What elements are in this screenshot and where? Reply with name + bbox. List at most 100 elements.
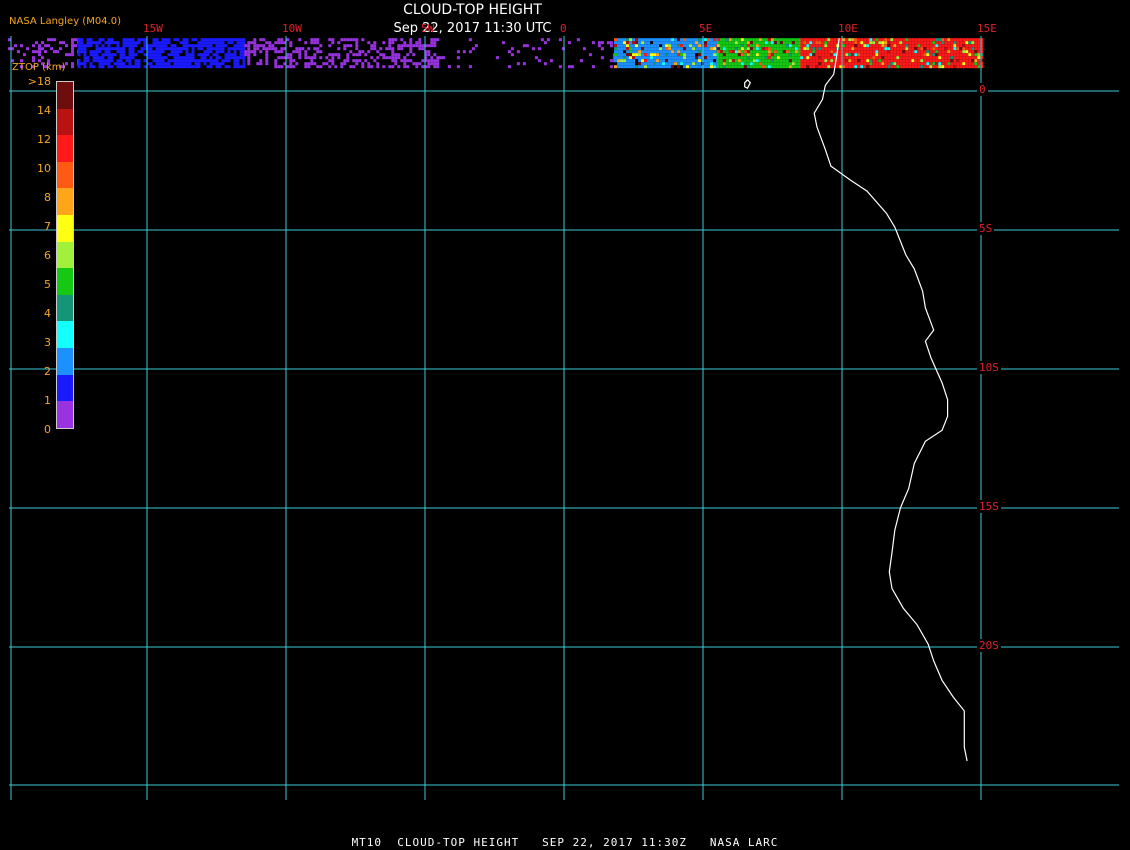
cloud-pixel-1 <box>233 47 237 51</box>
cloud-pixel-6 <box>893 56 897 60</box>
cloud-pixel-5 <box>746 44 750 48</box>
cloud-pixel-6 <box>893 50 897 54</box>
cloud-pixel-4 <box>668 41 672 45</box>
footer-caption: MT10 CLOUD-TOP HEIGHT SEP 22, 2017 11:30… <box>351 836 779 849</box>
cloud-pixel-6 <box>944 59 948 63</box>
cloud-pixel-6 <box>971 62 975 66</box>
cloud-pixel-2 <box>307 62 311 66</box>
cloud-pixel-4 <box>617 56 621 60</box>
cloud-pixel-2 <box>358 53 362 57</box>
cloud-pixel-2 <box>388 44 392 48</box>
cloud-pixel-5 <box>788 56 792 60</box>
cloud-pixel-1 <box>83 50 87 54</box>
cloud-pixel-4 <box>641 47 645 51</box>
cloud-pixel-6 <box>968 56 972 60</box>
cloud-pixel-6 <box>833 41 837 45</box>
cloud-pixel-6 <box>890 38 894 42</box>
cloud-pixel-2 <box>397 47 401 51</box>
cloud-pixel-4 <box>674 47 678 51</box>
cloud-pixel-5 <box>755 47 759 51</box>
cloud-pixel-4 <box>626 38 630 42</box>
cloud-pixel-1 <box>215 47 219 51</box>
cloud-pixel-5 <box>728 44 732 48</box>
cloud-pixel-2 <box>403 44 407 48</box>
cloud-pixel-6 <box>932 50 936 54</box>
cloud-pixel-2 <box>373 47 377 51</box>
cloud-pixel-6 <box>878 56 882 60</box>
cloud-pixel-4 <box>638 62 642 66</box>
cloud-pixel-6 <box>842 50 846 54</box>
cloud-pixel-2 <box>340 62 344 66</box>
cloud-pixel-2 <box>388 47 392 51</box>
cloud-pixel-2 <box>355 59 359 63</box>
cloud-pixel-1 <box>152 65 156 69</box>
cloud-pixel-0 <box>62 41 65 45</box>
cloud-pixel-2 <box>304 56 308 60</box>
cloud-pixel-4 <box>614 53 618 57</box>
cloud-pixel-4 <box>686 41 690 45</box>
cloud-pixel-1 <box>83 56 87 60</box>
cloud-pixel-6 <box>830 50 834 54</box>
cloud-pixel-1 <box>191 65 195 69</box>
cloud-pixel-2 <box>343 62 347 66</box>
cloud-pixel-4 <box>617 53 621 57</box>
cloud-pixel-6 <box>881 50 885 54</box>
cloud-pixel-4 <box>698 56 702 60</box>
cloud-pixel-1 <box>143 59 147 63</box>
cloud-pixel-6 <box>818 62 822 66</box>
cloud-pixel-5 <box>758 47 762 51</box>
cloud-pixel-4 <box>671 59 675 63</box>
cloud-pixel-4 <box>647 47 651 51</box>
cloud-pixel-5 <box>743 41 747 45</box>
cloud-pixel-3 <box>609 65 613 69</box>
cloud-pixel-4 <box>713 38 717 42</box>
cloud-pixel-1 <box>89 62 93 66</box>
cloud-pixel-4 <box>704 38 708 42</box>
cloud-pixel-0 <box>47 38 50 42</box>
cloud-pixel-2 <box>400 44 404 48</box>
cloud-pixel-6 <box>866 56 870 60</box>
cloud-pixel-6 <box>902 56 906 60</box>
cloud-pixel-5 <box>764 38 768 42</box>
cloud-pixel-3 <box>567 65 571 69</box>
cloud-pixel-2 <box>430 44 434 48</box>
cloud-pixel-1 <box>95 41 99 45</box>
cloud-pixel-2 <box>400 59 404 63</box>
cloud-pixel-2 <box>289 65 293 69</box>
cloud-pixel-1 <box>176 50 180 54</box>
cloud-pixel-6 <box>875 59 879 63</box>
cloud-pixel-2 <box>364 53 368 57</box>
cloud-pixel-5 <box>767 41 771 45</box>
cloud-pixel-3 <box>468 38 472 42</box>
cloud-pixel-4 <box>695 59 699 63</box>
cloud-pixel-6 <box>860 65 864 69</box>
cloud-pixel-6 <box>869 44 873 48</box>
cloud-pixel-6 <box>920 38 924 42</box>
cloud-pixel-5 <box>716 56 720 60</box>
cloud-pixel-4 <box>689 62 693 66</box>
cloud-pixel-6 <box>851 56 855 60</box>
cloud-pixel-4 <box>671 62 675 66</box>
cloud-pixel-6 <box>854 62 858 66</box>
cloud-pixel-6 <box>890 50 894 54</box>
cloud-pixel-6 <box>872 50 876 54</box>
cloud-pixel-1 <box>101 62 105 66</box>
cloud-pixel-5 <box>749 41 753 45</box>
cloud-pixel-6 <box>884 56 888 60</box>
cloud-pixel-2 <box>409 38 413 42</box>
cloud-pixel-2 <box>370 44 374 48</box>
cloud-pixel-2 <box>370 65 374 69</box>
cloud-pixel-6 <box>881 59 885 63</box>
cloud-pixel-6 <box>800 62 804 66</box>
cloud-pixel-2 <box>328 53 332 57</box>
cloud-pixel-4 <box>668 50 672 54</box>
cloud-pixel-2 <box>295 47 299 51</box>
cloud-pixel-5 <box>749 59 753 63</box>
cloud-pixel-1 <box>188 44 192 48</box>
cloud-pixel-6 <box>947 56 951 60</box>
cloud-pixel-5 <box>746 56 750 60</box>
cloud-pixel-2 <box>292 50 296 54</box>
cloud-pixel-2 <box>388 65 392 69</box>
cloud-pixel-2 <box>247 50 251 54</box>
cloud-pixel-1 <box>92 53 96 57</box>
